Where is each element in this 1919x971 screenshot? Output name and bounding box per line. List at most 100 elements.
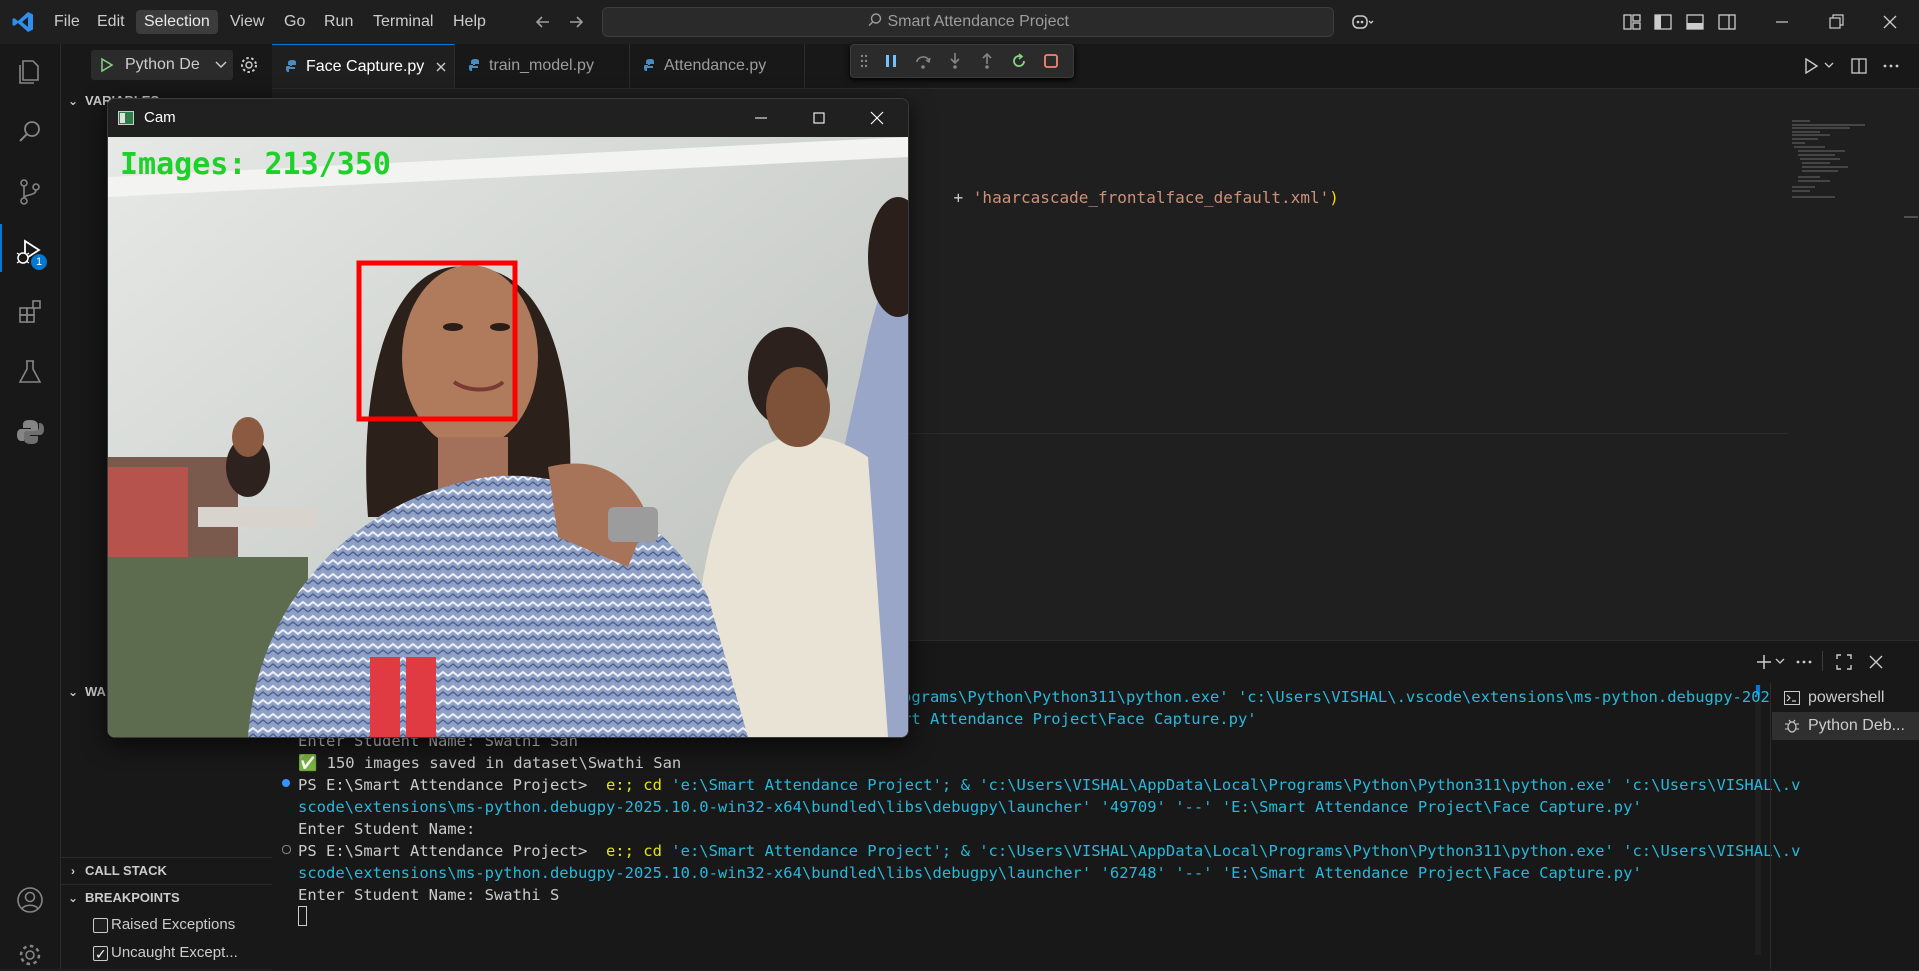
debug-toolbar	[850, 44, 1074, 78]
menu-terminal[interactable]: Terminal	[365, 10, 441, 34]
tab-attendance[interactable]: Attendance.py	[630, 44, 805, 88]
panel-more-icon[interactable]	[1795, 653, 1813, 671]
close-panel-icon[interactable]	[1867, 653, 1885, 671]
stop-icon[interactable]	[1041, 51, 1061, 71]
camera-frame-image	[108, 137, 908, 737]
session-label: powershell	[1808, 689, 1885, 706]
vscode-logo-icon	[12, 12, 33, 32]
extensions-icon[interactable]	[14, 296, 46, 328]
breakpoint-raised-exceptions[interactable]: Raised Exceptions	[61, 912, 272, 938]
explorer-icon[interactable]	[14, 56, 46, 88]
terminal-cursor[interactable]	[298, 906, 307, 926]
close-window-icon[interactable]	[1880, 12, 1900, 32]
camera-feed: Images: 213/350	[108, 137, 908, 737]
title-bar: File Edit Selection View Go Run Terminal…	[0, 0, 1919, 45]
image-counter-text: Images: 213/350	[120, 147, 391, 182]
drag-handle-icon[interactable]	[859, 51, 869, 71]
cam-title-bar[interactable]: Cam	[108, 99, 908, 137]
pause-icon[interactable]	[881, 51, 901, 71]
uncaught-exceptions-checkbox[interactable]	[93, 941, 108, 967]
terminal-line-1: ograms\Python\Python311\python.exe' 'c:\…	[902, 688, 1770, 706]
debug-config-label: Python De	[125, 56, 200, 73]
toggle-primary-sidebar-icon[interactable]	[1653, 12, 1673, 32]
tab-train-model[interactable]: train_model.py	[455, 44, 630, 88]
menu-run[interactable]: Run	[316, 10, 361, 34]
step-over-icon[interactable]	[913, 51, 933, 71]
minimap[interactable]	[1790, 117, 1870, 207]
visible-code-line: + 'haarcascade_frontalface_default.xml')	[915, 169, 1339, 226]
menu-file[interactable]: File	[46, 10, 88, 34]
menu-view[interactable]: View	[222, 10, 272, 34]
run-dropdown-icon[interactable]	[1824, 62, 1834, 70]
debug-config-dropdown[interactable]: Python De	[91, 50, 233, 80]
split-editor-icon[interactable]	[1850, 57, 1868, 75]
editor-tab-bar: Face Capture.py train_model.py Attendanc…	[272, 44, 1919, 89]
open-launch-json-gear-icon[interactable]	[239, 55, 259, 75]
testing-icon[interactable]	[14, 356, 46, 388]
search-icon	[868, 13, 882, 27]
scrollbar-marker	[1904, 216, 1918, 218]
chevron-down-icon	[215, 61, 227, 68]
step-out-icon[interactable]	[977, 51, 997, 71]
code-paren: )	[1329, 188, 1339, 207]
customize-layout-icon[interactable]	[1622, 12, 1642, 32]
terminal-line-10: Enter Student Name: Swathi S	[298, 886, 560, 904]
terminal-scrollbar-track[interactable]	[1755, 685, 1761, 955]
menu-go[interactable]: Go	[276, 10, 313, 34]
command-center-search[interactable]: Smart Attendance Project	[602, 7, 1334, 37]
tab-label: Attendance.py	[664, 57, 767, 74]
call-stack-label: CALL STACK	[85, 863, 167, 878]
copilot-icon[interactable]	[1350, 12, 1374, 32]
search-view-icon[interactable]	[14, 116, 46, 148]
manage-gear-icon[interactable]	[14, 939, 46, 971]
terminal-line-8: PS E:\Smart Attendance Project> e:; cd '…	[298, 842, 1801, 860]
new-terminal-plus-icon[interactable]	[1755, 653, 1773, 671]
cam-maximize-icon[interactable]	[810, 109, 828, 127]
python-file-icon	[286, 60, 296, 72]
uncaught-exceptions-label: Uncaught Except...	[111, 944, 238, 961]
start-debugging-icon[interactable]	[99, 57, 115, 73]
session-label: Python Deb...	[1808, 717, 1905, 734]
source-control-icon[interactable]	[14, 176, 46, 208]
menu-selection[interactable]: Selection	[136, 10, 218, 34]
run-python-file-icon[interactable]	[1802, 57, 1820, 75]
cam-close-icon[interactable]	[868, 109, 886, 127]
terminal-session-python-debug[interactable]: Python Deb...	[1772, 712, 1919, 740]
tab-label: Face Capture.py	[306, 58, 425, 75]
forward-arrow-icon[interactable]	[566, 12, 586, 32]
breakpoints-section-header[interactable]: ⌄ BREAKPOINTS	[61, 884, 272, 911]
raised-exceptions-checkbox[interactable]	[93, 918, 108, 933]
editor-divider	[908, 433, 1788, 434]
panel-separator	[1822, 651, 1823, 671]
terminal-line-7: Enter Student Name:	[298, 820, 476, 838]
tab-face-capture[interactable]: Face Capture.py	[272, 44, 455, 88]
cam-window[interactable]: Cam Images: 213/350	[107, 98, 909, 738]
code-string: 'haarcascade_frontalface_default.xml'	[972, 188, 1330, 207]
search-label: Smart Attendance Project	[887, 13, 1069, 30]
menu-edit[interactable]: Edit	[89, 10, 133, 34]
python-icon[interactable]	[14, 416, 46, 448]
minimize-icon[interactable]	[1772, 12, 1792, 32]
cam-minimize-icon[interactable]	[752, 109, 770, 127]
toggle-secondary-sidebar-icon[interactable]	[1717, 12, 1737, 32]
restart-icon[interactable]	[1009, 51, 1029, 71]
step-into-icon[interactable]	[945, 51, 965, 71]
debug-bug-icon	[1785, 719, 1799, 733]
terminal-icon	[1784, 691, 1800, 705]
close-tab-icon[interactable]	[435, 61, 447, 73]
accounts-icon[interactable]	[14, 884, 46, 916]
more-actions-icon[interactable]	[1882, 57, 1900, 75]
menu-help[interactable]: Help	[445, 10, 494, 34]
terminal-session-powershell[interactable]: powershell	[1772, 684, 1919, 712]
call-stack-section-header[interactable]: › CALL STACK	[61, 857, 272, 884]
terminal-dropdown-icon[interactable]	[1775, 658, 1785, 666]
restore-icon[interactable]	[1826, 12, 1846, 32]
maximize-panel-icon[interactable]	[1835, 653, 1853, 671]
minimap-lines	[1792, 120, 1865, 198]
back-arrow-icon[interactable]	[533, 12, 553, 32]
code-operator: +	[953, 188, 973, 207]
toggle-panel-icon[interactable]	[1685, 12, 1705, 32]
terminal-line-6: scode\extensions\ms-python.debugpy-2025.…	[298, 798, 1642, 816]
terminal-line-5: PS E:\Smart Attendance Project> e:; cd '…	[298, 776, 1801, 794]
breakpoint-uncaught-exceptions[interactable]: Uncaught Except...	[61, 940, 272, 967]
